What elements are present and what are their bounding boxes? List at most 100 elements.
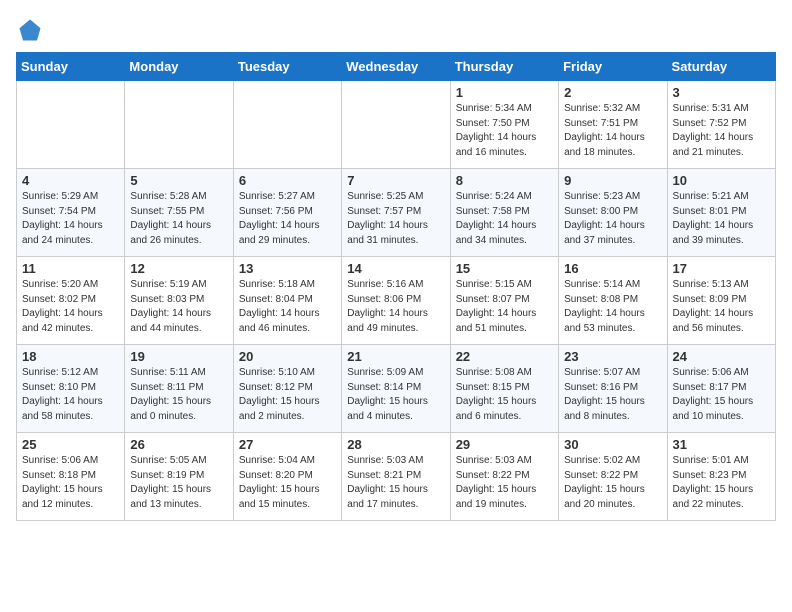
day-number: 26 bbox=[130, 437, 227, 452]
calendar-cell: 4Sunrise: 5:29 AM Sunset: 7:54 PM Daylig… bbox=[17, 169, 125, 257]
day-content: Sunrise: 5:12 AM Sunset: 8:10 PM Dayligh… bbox=[22, 366, 119, 424]
calendar-cell bbox=[342, 81, 450, 169]
day-number: 17 bbox=[673, 261, 770, 276]
day-content: Sunrise: 5:13 AM Sunset: 8:09 PM Dayligh… bbox=[673, 278, 770, 336]
day-number: 24 bbox=[673, 349, 770, 364]
calendar-cell: 12 Sunrise: 5:19 AM Sunset: 8:03 PM Dayli… bbox=[125, 257, 233, 345]
day-content: Sunrise: 5:25 AM Sunset: 7:57 PM Dayligh… bbox=[347, 190, 444, 248]
day-number: 19 bbox=[130, 349, 227, 364]
day-content: Sunrise: 5:18 AM Sunset: 8:04 PM Dayligh… bbox=[239, 278, 336, 336]
day-content: Sunrise: 5:09 AM Sunset: 8:14 PM Dayligh… bbox=[347, 366, 444, 424]
calendar-cell: 17 Sunrise: 5:13 AM Sunset: 8:09 PM Dayli… bbox=[667, 257, 775, 345]
calendar-cell: 1 Sunrise: 5:34 AM Sunset: 7:50 PM Daylig… bbox=[450, 81, 558, 169]
calendar-cell: 6 Sunrise: 5:27 AM Sunset: 7:56 PM Daylig… bbox=[233, 169, 341, 257]
day-number: 13 bbox=[239, 261, 336, 276]
day-content: Sunrise: 5:07 AM Sunset: 8:16 PM Dayligh… bbox=[564, 366, 661, 424]
day-number: 3 bbox=[673, 85, 770, 100]
calendar-week-5: 25 Sunrise: 5:06 AM Sunset: 8:18 PM Dayli… bbox=[17, 433, 776, 521]
day-content: Sunrise: 5:24 AM Sunset: 7:58 PM Dayligh… bbox=[456, 190, 553, 248]
calendar-cell: 28Sunrise: 5:03 AM Sunset: 8:21 PM Dayli… bbox=[342, 433, 450, 521]
day-number: 21 bbox=[347, 349, 444, 364]
day-content: Sunrise: 5:11 AM Sunset: 8:11 PM Dayligh… bbox=[130, 366, 227, 424]
day-number: 18 bbox=[22, 349, 119, 364]
col-header-sunday: Sunday bbox=[17, 53, 125, 81]
calendar-cell: 10 Sunrise: 5:21 AM Sunset: 8:01 PM Dayli… bbox=[667, 169, 775, 257]
day-content: Sunrise: 5:01 AM Sunset: 8:23 PM Dayligh… bbox=[673, 454, 770, 512]
day-content: Sunrise: 5:16 AM Sunset: 8:06 PM Dayligh… bbox=[347, 278, 444, 336]
calendar-cell: 3 Sunrise: 5:31 AM Sunset: 7:52 PM Daylig… bbox=[667, 81, 775, 169]
calendar-cell: 21 Sunrise: 5:09 AM Sunset: 8:14 PM Dayli… bbox=[342, 345, 450, 433]
calendar-cell: 24 Sunrise: 5:06 AM Sunset: 8:17 PM Dayli… bbox=[667, 345, 775, 433]
calendar-cell: 22Sunrise: 5:08 AM Sunset: 8:15 PM Dayli… bbox=[450, 345, 558, 433]
day-content: Sunrise: 5:03 AM Sunset: 8:22 PM Dayligh… bbox=[456, 454, 553, 512]
day-number: 9 bbox=[564, 173, 661, 188]
day-content: Sunrise: 5:04 AM Sunset: 8:20 PM Dayligh… bbox=[239, 454, 336, 512]
calendar-cell: 30 Sunrise: 5:02 AM Sunset: 8:22 PM Dayli… bbox=[559, 433, 667, 521]
calendar-cell: 20 Sunrise: 5:10 AM Sunset: 8:12 PM Dayli… bbox=[233, 345, 341, 433]
day-number: 29 bbox=[456, 437, 553, 452]
day-number: 28 bbox=[347, 437, 444, 452]
calendar-cell: 16Sunrise: 5:14 AM Sunset: 8:08 PM Dayli… bbox=[559, 257, 667, 345]
col-header-friday: Friday bbox=[559, 53, 667, 81]
calendar-cell: 13 Sunrise: 5:18 AM Sunset: 8:04 PM Dayli… bbox=[233, 257, 341, 345]
col-header-tuesday: Tuesday bbox=[233, 53, 341, 81]
day-content: Sunrise: 5:08 AM Sunset: 8:15 PM Dayligh… bbox=[456, 366, 553, 424]
day-content: Sunrise: 5:31 AM Sunset: 7:52 PM Dayligh… bbox=[673, 102, 770, 160]
day-number: 20 bbox=[239, 349, 336, 364]
calendar-cell: 25 Sunrise: 5:06 AM Sunset: 8:18 PM Dayli… bbox=[17, 433, 125, 521]
calendar-cell: 23 Sunrise: 5:07 AM Sunset: 8:16 PM Dayli… bbox=[559, 345, 667, 433]
calendar-cell: 31 Sunrise: 5:01 AM Sunset: 8:23 PM Dayli… bbox=[667, 433, 775, 521]
day-number: 12 bbox=[130, 261, 227, 276]
calendar-cell: 8 Sunrise: 5:24 AM Sunset: 7:58 PM Daylig… bbox=[450, 169, 558, 257]
calendar-week-4: 18 Sunrise: 5:12 AM Sunset: 8:10 PM Dayli… bbox=[17, 345, 776, 433]
day-number: 14 bbox=[347, 261, 444, 276]
calendar-cell: 2Sunrise: 5:32 AM Sunset: 7:51 PM Daylig… bbox=[559, 81, 667, 169]
page-header bbox=[16, 16, 776, 44]
day-number: 1 bbox=[456, 85, 553, 100]
day-number: 25 bbox=[22, 437, 119, 452]
day-content: Sunrise: 5:10 AM Sunset: 8:12 PM Dayligh… bbox=[239, 366, 336, 424]
calendar-cell: 19 Sunrise: 5:11 AM Sunset: 8:11 PM Dayli… bbox=[125, 345, 233, 433]
day-content: Sunrise: 5:20 AM Sunset: 8:02 PM Dayligh… bbox=[22, 278, 119, 336]
day-number: 23 bbox=[564, 349, 661, 364]
day-number: 30 bbox=[564, 437, 661, 452]
col-header-monday: Monday bbox=[125, 53, 233, 81]
calendar-cell: 9 Sunrise: 5:23 AM Sunset: 8:00 PM Daylig… bbox=[559, 169, 667, 257]
day-content: Sunrise: 5:06 AM Sunset: 8:18 PM Dayligh… bbox=[22, 454, 119, 512]
calendar-cell: 27 Sunrise: 5:04 AM Sunset: 8:20 PM Dayli… bbox=[233, 433, 341, 521]
logo bbox=[16, 16, 48, 44]
day-content: Sunrise: 5:28 AM Sunset: 7:55 PM Dayligh… bbox=[130, 190, 227, 248]
day-content: Sunrise: 5:14 AM Sunset: 8:08 PM Dayligh… bbox=[564, 278, 661, 336]
day-content: Sunrise: 5:32 AM Sunset: 7:51 PM Dayligh… bbox=[564, 102, 661, 160]
calendar-table: SundayMondayTuesdayWednesdayThursdayFrid… bbox=[16, 52, 776, 521]
calendar-cell: 26Sunrise: 5:05 AM Sunset: 8:19 PM Dayli… bbox=[125, 433, 233, 521]
calendar-week-3: 11 Sunrise: 5:20 AM Sunset: 8:02 PM Dayli… bbox=[17, 257, 776, 345]
calendar-week-2: 4Sunrise: 5:29 AM Sunset: 7:54 PM Daylig… bbox=[17, 169, 776, 257]
calendar-cell bbox=[233, 81, 341, 169]
col-header-saturday: Saturday bbox=[667, 53, 775, 81]
day-number: 11 bbox=[22, 261, 119, 276]
calendar-cell: 29 Sunrise: 5:03 AM Sunset: 8:22 PM Dayli… bbox=[450, 433, 558, 521]
calendar-cell: 18 Sunrise: 5:12 AM Sunset: 8:10 PM Dayli… bbox=[17, 345, 125, 433]
day-number: 8 bbox=[456, 173, 553, 188]
header-row: SundayMondayTuesdayWednesdayThursdayFrid… bbox=[17, 53, 776, 81]
day-content: Sunrise: 5:21 AM Sunset: 8:01 PM Dayligh… bbox=[673, 190, 770, 248]
day-number: 31 bbox=[673, 437, 770, 452]
day-number: 10 bbox=[673, 173, 770, 188]
day-content: Sunrise: 5:34 AM Sunset: 7:50 PM Dayligh… bbox=[456, 102, 553, 160]
calendar-cell: 7Sunrise: 5:25 AM Sunset: 7:57 PM Daylig… bbox=[342, 169, 450, 257]
day-number: 6 bbox=[239, 173, 336, 188]
calendar-cell bbox=[125, 81, 233, 169]
day-number: 15 bbox=[456, 261, 553, 276]
col-header-wednesday: Wednesday bbox=[342, 53, 450, 81]
day-content: Sunrise: 5:19 AM Sunset: 8:03 PM Dayligh… bbox=[130, 278, 227, 336]
calendar-cell: 11 Sunrise: 5:20 AM Sunset: 8:02 PM Dayli… bbox=[17, 257, 125, 345]
col-header-thursday: Thursday bbox=[450, 53, 558, 81]
calendar-cell: 14 Sunrise: 5:16 AM Sunset: 8:06 PM Dayli… bbox=[342, 257, 450, 345]
day-content: Sunrise: 5:06 AM Sunset: 8:17 PM Dayligh… bbox=[673, 366, 770, 424]
day-content: Sunrise: 5:23 AM Sunset: 8:00 PM Dayligh… bbox=[564, 190, 661, 248]
day-content: Sunrise: 5:27 AM Sunset: 7:56 PM Dayligh… bbox=[239, 190, 336, 248]
day-content: Sunrise: 5:29 AM Sunset: 7:54 PM Dayligh… bbox=[22, 190, 119, 248]
day-number: 27 bbox=[239, 437, 336, 452]
day-content: Sunrise: 5:02 AM Sunset: 8:22 PM Dayligh… bbox=[564, 454, 661, 512]
